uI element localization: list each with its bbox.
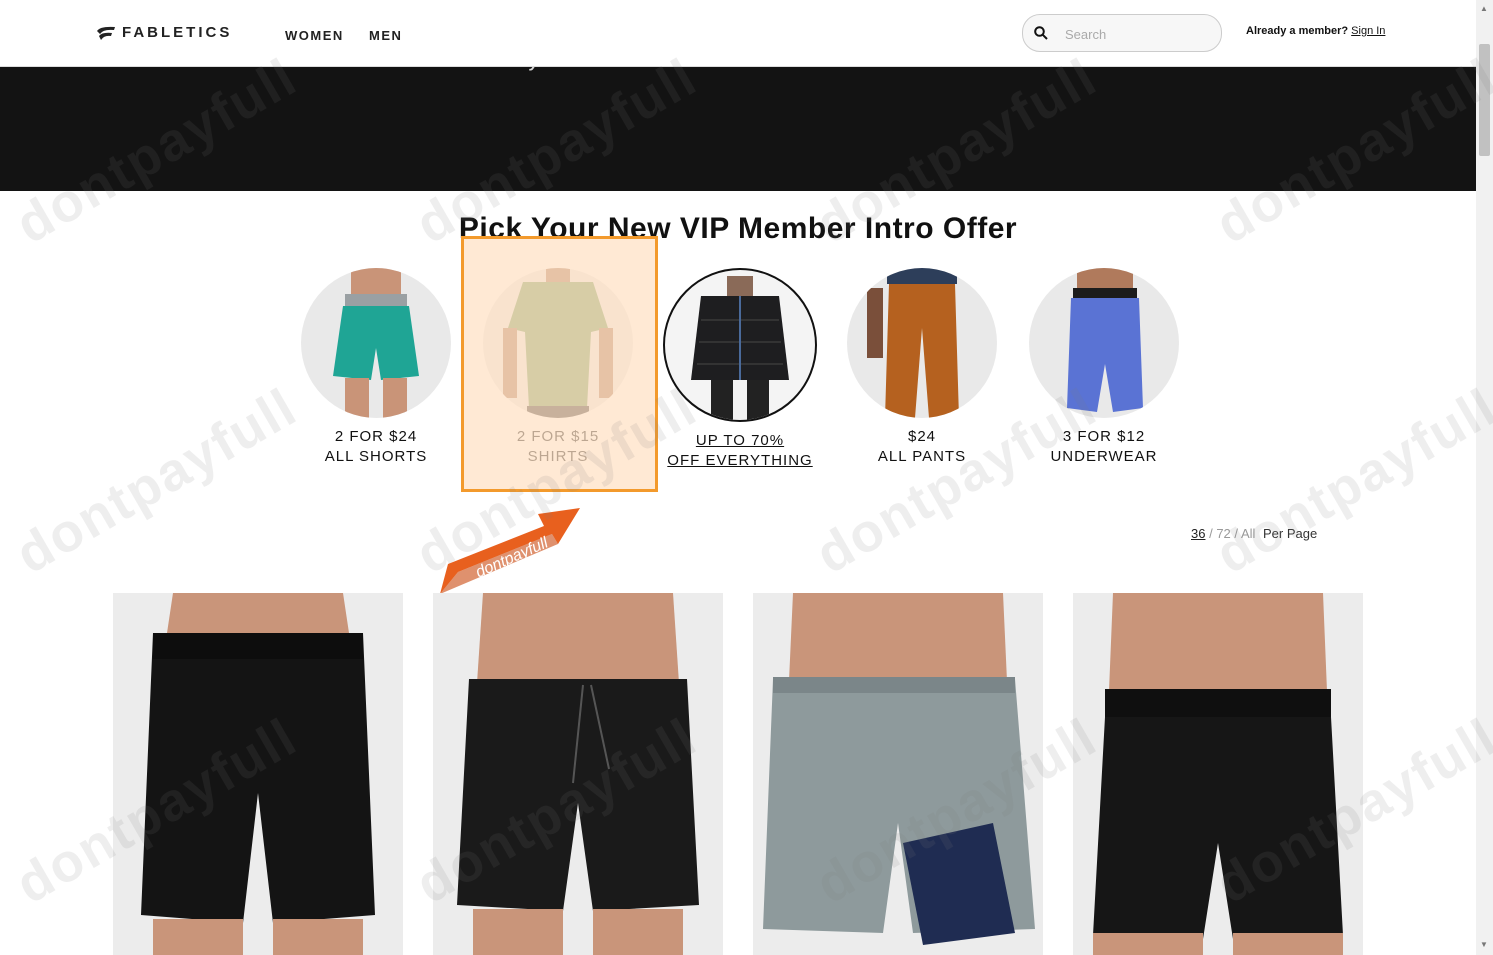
product-image xyxy=(433,593,723,955)
watermark: dontpayfull xyxy=(1205,376,1493,586)
offer-line1: $24 xyxy=(907,428,937,445)
offer-line2: UNDERWEAR xyxy=(1050,448,1158,465)
offer-image-pants xyxy=(847,268,997,418)
brand-name: FABLETICS xyxy=(122,24,233,41)
offer-image-underwear xyxy=(1029,268,1179,418)
product-card[interactable] xyxy=(753,593,1043,955)
offer-image-jacket xyxy=(663,268,817,422)
offer-shorts[interactable]: 2 FOR $24 ALL SHORTS xyxy=(291,268,461,467)
scroll-up-arrow-icon[interactable]: ▲ xyxy=(1480,4,1488,13)
search-box xyxy=(1022,14,1222,52)
offer-line1: UP TO 70% xyxy=(695,432,785,449)
offer-line1: 3 FOR $12 xyxy=(1062,428,1146,445)
offer-image-shorts xyxy=(301,268,451,418)
fabletics-logo-icon xyxy=(97,26,115,40)
offer-line2: ALL SHORTS xyxy=(324,448,428,465)
arrow-icon: dontpayfull xyxy=(440,508,580,594)
nav-women[interactable]: WOMEN xyxy=(285,28,344,43)
product-card[interactable] xyxy=(113,593,403,955)
offer-line1: 2 FOR $15 xyxy=(516,428,600,445)
offer-label-everything[interactable]: UP TO 70% OFF EVERYTHING xyxy=(655,431,825,471)
offer-line2: ALL PANTS xyxy=(877,448,967,465)
product-image xyxy=(1073,593,1363,955)
offer-label-underwear: 3 FOR $12 UNDERWEAR xyxy=(1019,427,1189,467)
offer-everything[interactable]: UP TO 70% OFF EVERYTHING xyxy=(655,268,825,471)
per-page-36[interactable]: 36 xyxy=(1191,526,1205,541)
product-card[interactable] xyxy=(433,593,723,955)
sign-in-link[interactable]: Sign In xyxy=(1351,25,1385,37)
brand-logo[interactable]: FABLETICS xyxy=(96,24,232,41)
watermark: dontpayfull xyxy=(5,376,308,586)
per-page-label: Per Page xyxy=(1263,526,1318,541)
scroll-down-arrow-icon[interactable]: ▼ xyxy=(1480,940,1488,949)
offer-section-title: Pick Your New VIP Member Intro Offer xyxy=(458,212,1018,245)
offer-line1: 2 FOR $24 xyxy=(334,428,418,445)
product-card[interactable] xyxy=(1073,593,1363,955)
offer-line2: OFF EVERYTHING xyxy=(667,452,813,469)
search-icon[interactable] xyxy=(1034,26,1048,40)
offer-label-shorts: 2 FOR $24 ALL SHORTS xyxy=(291,427,461,467)
product-image xyxy=(113,593,403,955)
product-image xyxy=(753,593,1043,955)
search-input[interactable] xyxy=(1063,23,1217,45)
page-scrollbar[interactable]: ▲ ▼ xyxy=(1476,0,1493,955)
dontpayfull-arrow-stamp: dontpayfull xyxy=(432,502,592,607)
offer-label-shirts: 2 FOR $15 SHIRTS xyxy=(473,427,643,467)
member-signin: Already a member? Sign In xyxy=(1246,25,1385,37)
offer-shirts[interactable]: 2 FOR $15 SHIRTS xyxy=(473,268,643,467)
offer-pants[interactable]: $24 ALL PANTS xyxy=(837,268,1007,467)
offer-line2: SHIRTS xyxy=(527,448,589,465)
per-page-72[interactable]: 72 xyxy=(1216,526,1230,541)
nav-men[interactable]: MEN xyxy=(369,28,402,43)
member-question: Already a member? xyxy=(1246,25,1349,37)
per-page-selector: 36 / 72 / All Per Page xyxy=(1191,526,1317,541)
offer-image-shirts xyxy=(483,268,633,418)
per-page-all[interactable]: All xyxy=(1241,526,1255,541)
site-header: FABLETICS WOMEN MEN Already a member? Si… xyxy=(0,0,1476,67)
offer-underwear[interactable]: 3 FOR $12 UNDERWEAR xyxy=(1019,268,1189,467)
scroll-thumb[interactable] xyxy=(1479,44,1490,156)
offer-label-pants: $24 ALL PANTS xyxy=(837,427,1007,467)
